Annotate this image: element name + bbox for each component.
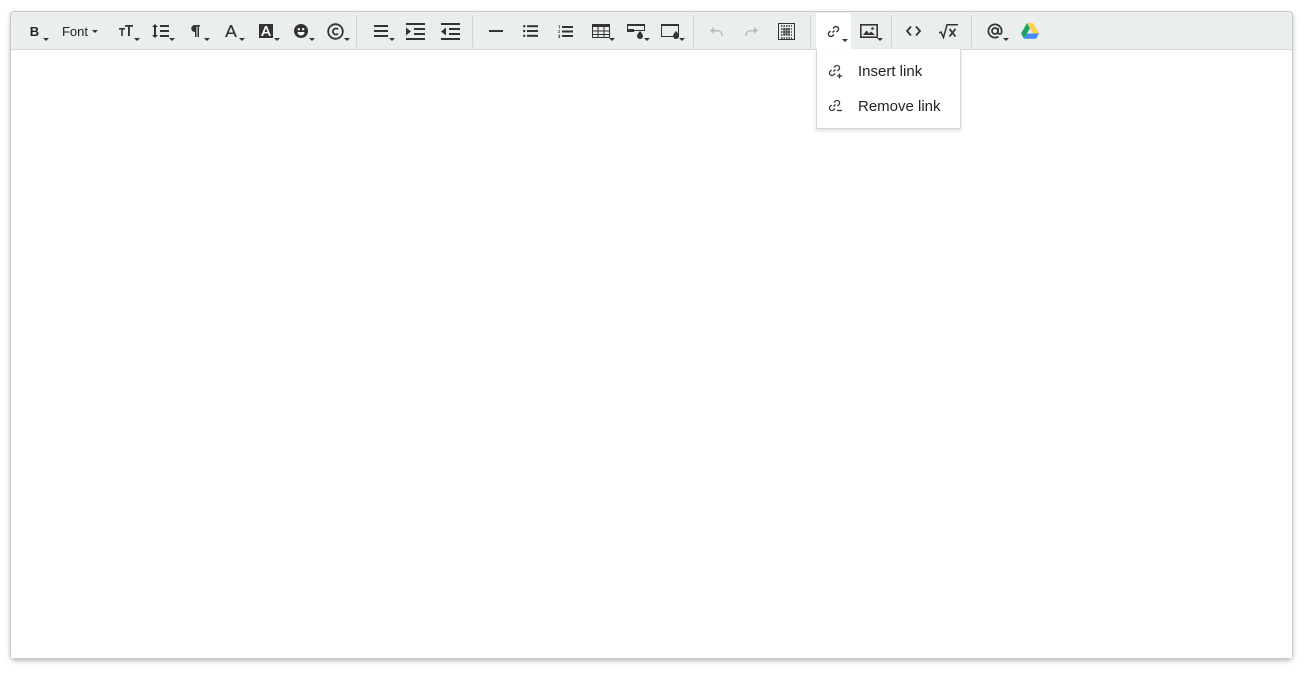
line-height-icon [152, 24, 169, 38]
chevron-down-icon [644, 38, 650, 41]
google-drive-icon [1020, 23, 1039, 39]
numbered-list-icon [558, 25, 573, 38]
paragraph-style-button[interactable] [178, 13, 213, 49]
table-style-button[interactable] [618, 13, 653, 49]
image-button[interactable] [851, 13, 886, 49]
font-button[interactable]: Font [55, 13, 105, 49]
bold-button[interactable]: B [17, 13, 52, 49]
undo-button[interactable] [699, 13, 734, 49]
remove-link-label: Remove link [858, 98, 941, 115]
line-height-button[interactable] [143, 13, 178, 49]
horizontal-line-button[interactable] [478, 13, 513, 49]
redo-icon [745, 26, 758, 36]
emoji-icon [293, 24, 308, 38]
bullet-list-icon [523, 25, 538, 37]
select-all-icon [778, 22, 795, 40]
toolbar-separator [356, 15, 357, 47]
chevron-down-icon [842, 39, 848, 42]
unordered-list-button[interactable] [513, 13, 548, 49]
select-all-button[interactable] [769, 13, 804, 49]
chevron-down-icon [609, 38, 615, 41]
outdent-button[interactable] [433, 13, 468, 49]
indent-button[interactable] [398, 13, 433, 49]
background-color-button[interactable] [248, 13, 283, 49]
chevron-down-icon [309, 38, 315, 41]
undo-icon [710, 26, 723, 36]
chevron-down-icon [43, 38, 49, 41]
ordered-list-button[interactable] [548, 13, 583, 49]
rich-text-editor: B Font Insert link Remove link [11, 12, 1292, 658]
table-fill-icon [626, 23, 645, 39]
remove-link-menu-item[interactable]: Remove link [817, 89, 960, 124]
chevron-down-icon [169, 38, 175, 41]
special-characters-button[interactable] [318, 13, 353, 49]
outdent-icon [441, 22, 460, 40]
text-color-icon [224, 25, 237, 37]
copyright-icon [327, 22, 344, 40]
cell-fill-icon [661, 23, 679, 39]
chevron-down-icon [877, 38, 883, 41]
at-icon [987, 23, 1002, 39]
toolbar-separator [971, 15, 972, 47]
code-icon [906, 26, 921, 36]
link-icon [827, 25, 840, 38]
math-button[interactable] [931, 13, 966, 49]
chevron-down-icon [389, 38, 395, 41]
toolbar-separator [472, 15, 473, 47]
google-drive-button[interactable] [1012, 13, 1047, 49]
chevron-down-icon [274, 38, 280, 41]
bold-icon: B [29, 23, 40, 39]
insert-link-menu-item[interactable]: Insert link [817, 54, 960, 89]
cell-style-button[interactable] [653, 13, 688, 49]
table-icon [591, 24, 610, 38]
indent-icon [406, 22, 425, 40]
font-label: Font [61, 23, 88, 39]
font-size-icon [118, 25, 133, 36]
chevron-down-icon [679, 38, 685, 41]
code-view-button[interactable] [896, 13, 931, 49]
link-button[interactable] [816, 13, 851, 50]
emoji-button[interactable] [283, 13, 318, 49]
align-button[interactable] [363, 13, 398, 49]
toolbar-separator [810, 15, 811, 47]
toolbar-separator [891, 15, 892, 47]
align-icon [373, 25, 388, 37]
remove-link-icon [828, 99, 844, 115]
chevron-down-icon [1003, 38, 1009, 41]
image-icon [859, 24, 878, 38]
text-color-button[interactable] [213, 13, 248, 49]
background-color-icon [258, 24, 273, 38]
insert-link-label: Insert link [858, 63, 923, 80]
toolbar-separator [693, 15, 694, 47]
chevron-down-icon [239, 38, 245, 41]
mention-button[interactable] [977, 13, 1012, 49]
insert-link-icon [828, 64, 844, 80]
editor-content-area[interactable] [11, 50, 1292, 658]
horizontal-rule-icon [488, 30, 503, 32]
editor-toolbar: B Font [11, 12, 1292, 50]
font-size-button[interactable] [108, 13, 143, 49]
chevron-down-icon [344, 38, 350, 41]
link-dropdown-menu: Insert link Remove link [816, 49, 961, 129]
chevron-down-icon [134, 38, 140, 41]
table-button[interactable] [583, 13, 618, 49]
square-root-icon [939, 23, 958, 39]
chevron-down-icon [92, 29, 98, 33]
chevron-down-icon [204, 38, 210, 41]
pilcrow-icon [191, 25, 200, 37]
redo-button[interactable] [734, 13, 769, 49]
